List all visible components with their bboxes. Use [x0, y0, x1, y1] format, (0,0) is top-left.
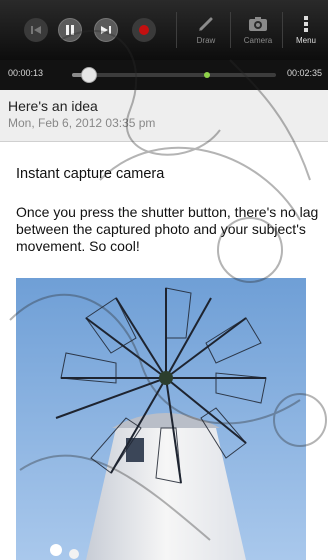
seek-handle[interactable] — [81, 67, 98, 83]
windmill-image — [16, 278, 306, 560]
previous-button[interactable] — [24, 18, 48, 42]
camera-button[interactable]: Camera — [232, 12, 284, 52]
skip-forward-icon — [101, 26, 111, 34]
current-time: 00:00:13 — [8, 68, 44, 78]
pen-icon — [199, 17, 213, 31]
note-title: Here's an idea — [8, 98, 98, 114]
total-time: 00:02:35 — [286, 68, 322, 78]
bookmark-marker[interactable] — [204, 72, 210, 78]
camera-label: Camera — [243, 36, 273, 45]
record-icon — [139, 25, 149, 35]
playback-bar: 00:00:13 00:02:35 — [0, 60, 328, 90]
recording-toolbar: Draw Camera Menu — [0, 0, 328, 60]
pause-button[interactable] — [58, 18, 82, 42]
next-button[interactable] — [94, 18, 118, 42]
skip-back-icon — [31, 26, 41, 34]
overflow-menu-icon — [304, 16, 308, 32]
note-body[interactable]: Instant capture camera Once you press th… — [0, 142, 328, 560]
note-heading: Instant capture camera — [16, 166, 165, 182]
windmill-photo[interactable] — [16, 278, 306, 560]
menu-button[interactable]: Menu — [284, 12, 328, 52]
camera-icon — [249, 17, 267, 31]
note-header: Here's an idea Mon, Feb 6, 2012 03:35 pm — [0, 90, 328, 142]
toolbar-divider — [282, 12, 283, 48]
menu-label: Menu — [295, 36, 316, 45]
draw-label: Draw — [196, 36, 216, 45]
pause-icon — [66, 25, 74, 35]
toolbar-divider — [176, 12, 177, 48]
note-paragraph: Once you press the shutter button, there… — [16, 204, 319, 254]
draw-button[interactable]: Draw — [180, 12, 232, 52]
note-date: Mon, Feb 6, 2012 03:35 pm — [8, 116, 156, 130]
seek-bar[interactable] — [72, 67, 276, 83]
record-button[interactable] — [132, 18, 156, 42]
toolbar-divider — [230, 12, 231, 48]
